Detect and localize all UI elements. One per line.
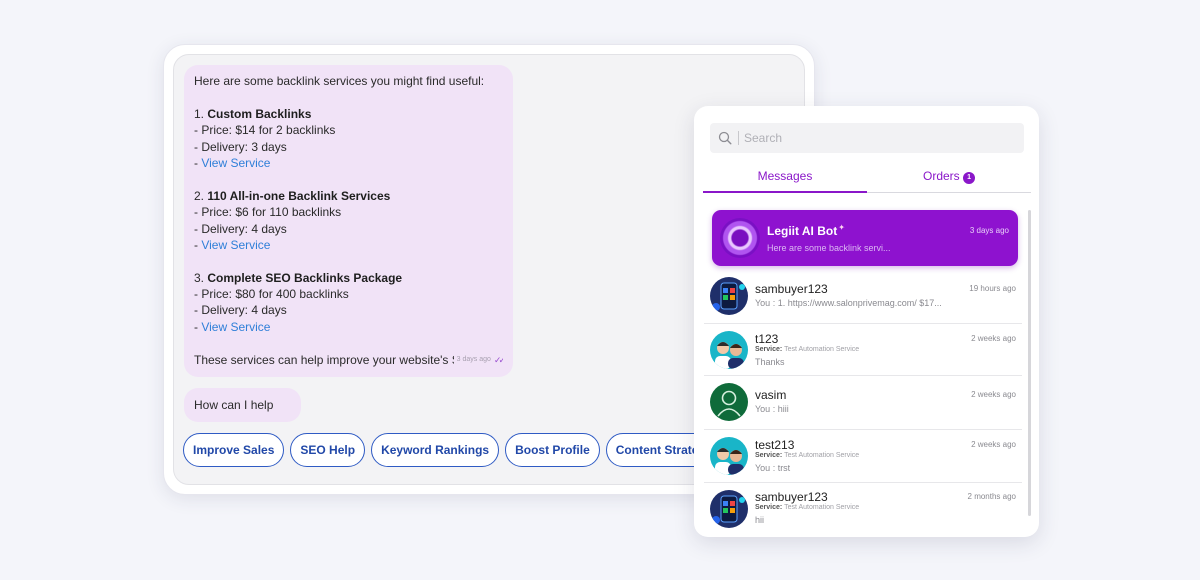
avatar xyxy=(710,437,748,475)
search-icon xyxy=(718,131,732,145)
service-price: - Price: $6 for 110 backlinks xyxy=(194,205,342,220)
message-preview: You : trst xyxy=(755,463,791,473)
service-title: 2. 110 All-in-one Backlink Services xyxy=(194,188,391,203)
service-price: - Price: $14 for 2 backlinks xyxy=(194,123,336,138)
service-price: - Price: $80 for 400 backlinks xyxy=(194,287,349,302)
message-closing: These services can help improve your web… xyxy=(194,352,454,367)
service-delivery: - Delivery: 3 days xyxy=(194,139,287,154)
contact-name: vasim xyxy=(755,388,787,402)
service-info: Service: Test Automation Service xyxy=(755,346,860,353)
conversation-item[interactable]: vasim 2 weeks ago You : hiii xyxy=(704,376,1022,430)
conversation-item[interactable]: sambuyer123 2 months ago Service: Test A… xyxy=(704,483,1022,537)
contact-name: sambuyer123 xyxy=(755,490,828,504)
suggestion-chips: Improve Sales SEO Help Keyword Rankings … xyxy=(183,433,738,467)
suggestion-improve-sales[interactable]: Improve Sales xyxy=(183,433,285,467)
suggestion-seo-help[interactable]: SEO Help xyxy=(290,433,366,467)
avatar xyxy=(710,490,748,528)
orders-count-badge: 1 xyxy=(963,172,976,184)
bot-avatar xyxy=(720,218,760,258)
help-message-bubble: How can I help you? xyxy=(184,388,301,446)
bot-name: Legiit AI Bot xyxy=(767,224,838,238)
conversation-time: 2 weeks ago xyxy=(971,390,1016,399)
message-preview: You : 1. https://www.salonprivemag.com/ … xyxy=(755,298,942,308)
conversation-item[interactable]: t123 2 weeks ago Service: Test Automatio… xyxy=(704,324,1022,376)
sparkle-icon: ✦ xyxy=(838,223,845,232)
search-bar xyxy=(710,123,1024,153)
read-receipt-icon: ✓✓ xyxy=(493,354,503,365)
contact-name: t123 xyxy=(755,332,779,346)
contact-name: sambuyer123 xyxy=(755,282,828,296)
inbox-tabs: Messages Orders 1 xyxy=(703,166,1031,193)
message-preview: hii xyxy=(755,515,765,525)
view-service-link[interactable]: View Service xyxy=(201,156,270,170)
service-title: 3. Complete SEO Backlinks Package xyxy=(194,270,403,285)
view-service-link[interactable]: View Service xyxy=(201,320,270,334)
bot-message-bubble: Here are some backlink services you migh… xyxy=(184,65,513,377)
conversation-legiit-ai-bot[interactable]: Legiit AI Bot✦ 3 days ago Here are some … xyxy=(712,210,1018,266)
avatar xyxy=(710,331,748,369)
bot-time: 3 days ago xyxy=(969,226,1009,235)
conversation-time: 2 weeks ago xyxy=(971,334,1016,343)
bot-preview: Here are some backlink servi... xyxy=(767,243,891,253)
search-input[interactable] xyxy=(744,127,1014,149)
conversation-time: 2 weeks ago xyxy=(971,440,1016,449)
suggestion-keyword-rankings[interactable]: Keyword Rankings xyxy=(371,433,500,467)
tab-orders[interactable]: Orders 1 xyxy=(867,166,1031,193)
conversation-time: 19 hours ago xyxy=(969,284,1016,293)
avatar xyxy=(710,277,748,315)
avatar xyxy=(710,383,748,421)
contact-name: test213 xyxy=(755,438,795,452)
message-intro: Here are some backlink services you migh… xyxy=(194,74,485,88)
conversation-item[interactable]: test213 2 weeks ago Service: Test Automa… xyxy=(704,430,1022,483)
inbox-panel: Messages Orders 1 Legiit AI Bot✦ 3 days … xyxy=(694,106,1039,537)
conversation-time: 2 months ago xyxy=(967,492,1016,501)
view-service-link[interactable]: View Service xyxy=(201,238,270,252)
message-preview: Thanks xyxy=(755,357,785,367)
conversation-scrollbar[interactable] xyxy=(1028,210,1031,516)
service-info: Service: Test Automation Service xyxy=(755,452,860,459)
message-preview: You : hiii xyxy=(755,404,789,414)
message-time: 3 days ago xyxy=(456,355,491,363)
tab-orders-label: Orders xyxy=(922,169,960,183)
service-delivery: - Delivery: 4 days xyxy=(194,303,287,318)
service-title: 1. Custom Backlinks xyxy=(194,106,312,121)
service-delivery: - Delivery: 4 days xyxy=(194,221,287,236)
service-info: Service: Test Automation Service xyxy=(755,504,860,511)
suggestion-boost-profile[interactable]: Boost Profile xyxy=(505,433,600,467)
tab-messages[interactable]: Messages xyxy=(703,166,867,193)
conversation-item[interactable]: sambuyer123 19 hours ago You : 1. https:… xyxy=(704,270,1022,324)
